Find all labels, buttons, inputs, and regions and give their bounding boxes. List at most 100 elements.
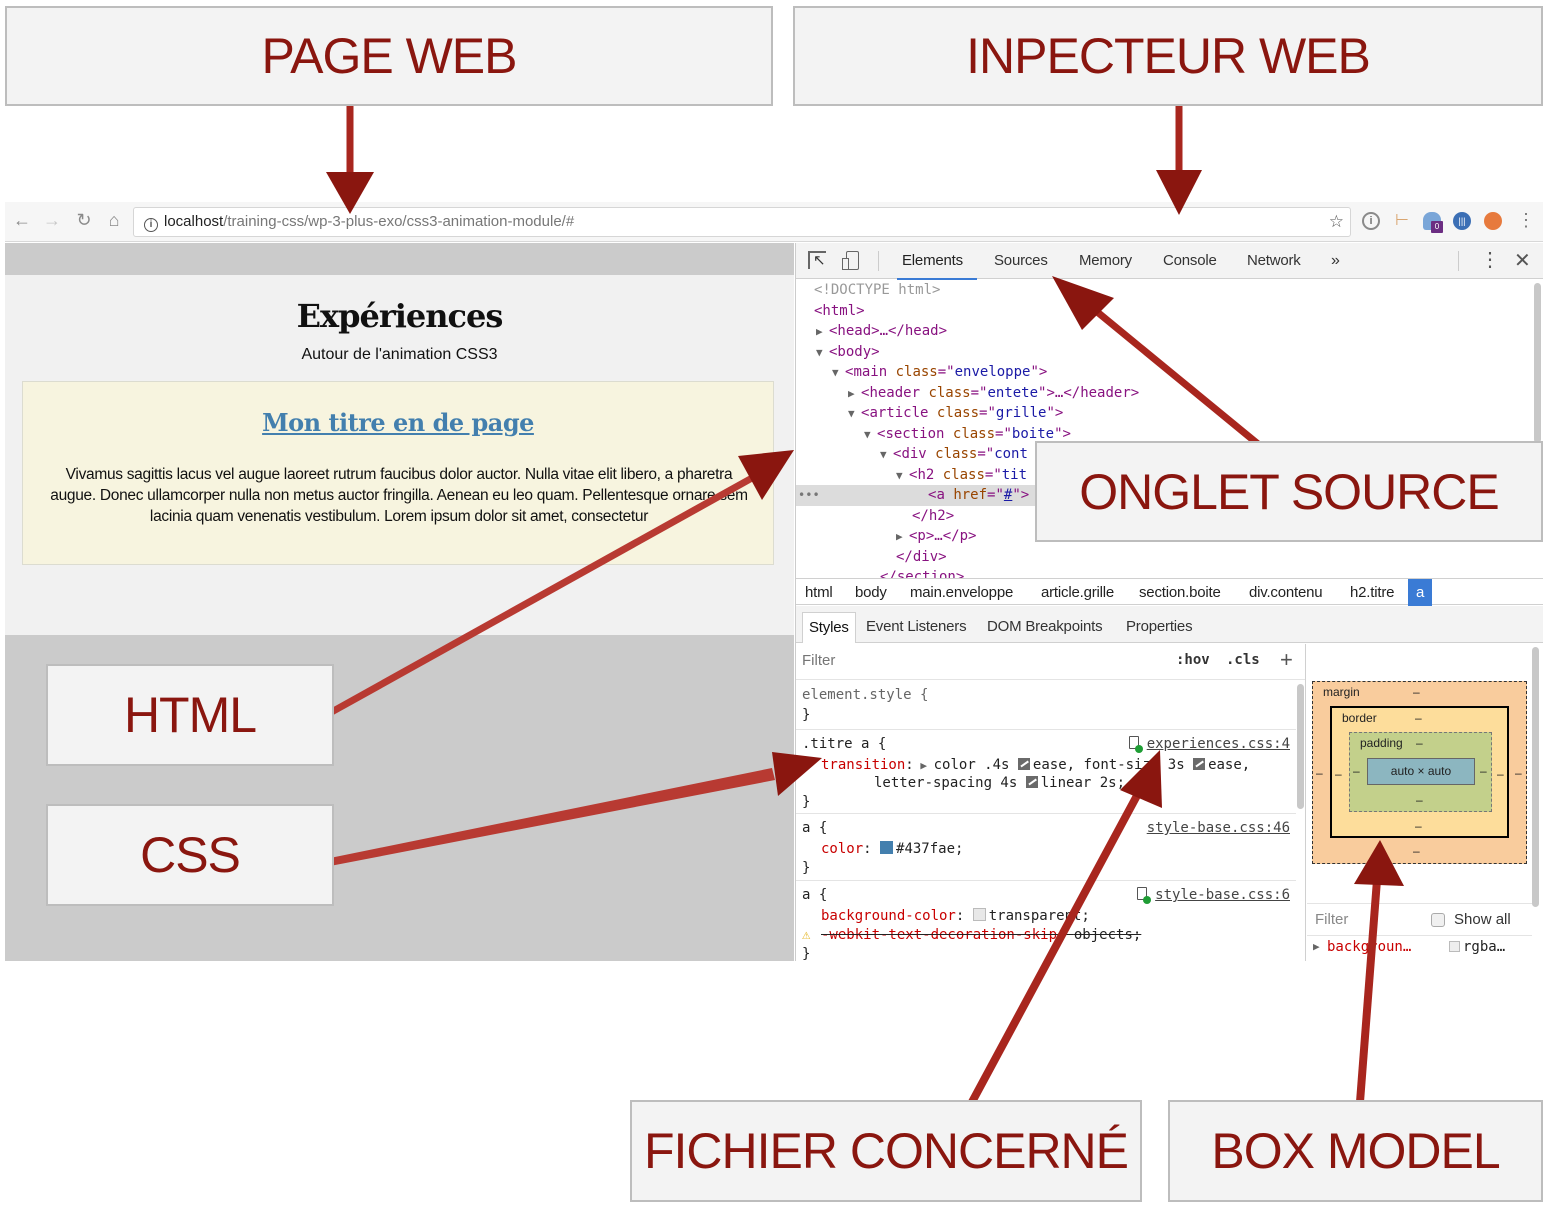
breadcrumb-item[interactable]: html (805, 579, 833, 606)
box-model-padding[interactable]: padding – – – – auto × auto (1349, 732, 1492, 812)
bookmark-star-icon[interactable]: ☆ (1329, 208, 1344, 236)
collapse-triangle-icon[interactable]: ▼ (896, 466, 909, 487)
computed-property-row[interactable]: ▶ backgroun… rgba… (1307, 937, 1532, 961)
styles-filter-input[interactable] (802, 652, 1002, 669)
breadcrumb-item[interactable]: main.enveloppe (910, 579, 1013, 606)
dom-node[interactable]: ▼ <body> (796, 342, 1531, 363)
styles-scrollbar[interactable] (1297, 684, 1304, 809)
show-all-checkbox[interactable] (1431, 913, 1445, 927)
tab-network[interactable]: Network (1247, 243, 1301, 279)
1password-icon[interactable]: i (1362, 212, 1380, 230)
easing-icon[interactable] (1025, 776, 1038, 788)
more-tabs-icon[interactable]: » (1331, 243, 1340, 279)
dom-node[interactable]: ▼ <article class="grille"> (796, 403, 1531, 424)
box-model-content[interactable]: auto × auto (1367, 758, 1475, 785)
browser-menu-icon[interactable]: ⋮ (1517, 210, 1535, 231)
property-line[interactable]: color: #437fae; (821, 840, 963, 859)
border-right-value[interactable]: – (1497, 767, 1504, 781)
forward-arrow-icon[interactable]: → (41, 210, 63, 231)
source-link[interactable]: style-base.css:46 (1147, 819, 1290, 838)
address-bar[interactable]: i localhost/training-css/wp-3-plus-exo/cs… (133, 207, 1351, 237)
expand-triangle-icon[interactable]: ▶ (896, 527, 909, 548)
collapse-triangle-icon[interactable]: ▼ (816, 343, 829, 364)
color-swatch[interactable] (880, 841, 894, 854)
border-bottom-value[interactable]: – (1415, 819, 1422, 833)
style-rule: element.style { } (796, 682, 1296, 730)
dom-node[interactable]: <!DOCTYPE html> (796, 280, 1531, 301)
dom-node[interactable]: </div> (796, 547, 1531, 568)
easing-icon[interactable] (1017, 758, 1030, 770)
card-title-link[interactable]: Mon titre en de page (23, 408, 773, 437)
tab-memory[interactable]: Memory (1079, 243, 1132, 279)
expand-triangle-icon[interactable]: ▶ (1313, 940, 1320, 953)
expand-triangle-icon[interactable]: ▶ (816, 322, 829, 343)
close-icon[interactable]: ✕ (1514, 248, 1531, 273)
home-icon[interactable]: ⌂ (103, 210, 125, 231)
url-host: localhost (164, 213, 224, 230)
add-rule-icon[interactable]: + (1280, 647, 1293, 673)
margin-top-value[interactable]: – (1413, 685, 1420, 699)
color-swatch[interactable] (972, 908, 986, 921)
node-actions-icon[interactable]: ••• (798, 485, 820, 506)
card-paragraph: Vivamus sagittis lacus vel augue laoreet… (50, 466, 748, 525)
tab-sources[interactable]: Sources (994, 243, 1048, 279)
border-label: border (1342, 711, 1377, 725)
reload-icon[interactable]: ↻ (73, 210, 95, 231)
box-model-border[interactable]: border – – – – padding – – – – auto × au… (1330, 706, 1509, 838)
tab-elements[interactable]: Elements (897, 243, 977, 280)
padding-top-value[interactable]: – (1416, 736, 1423, 750)
badge-extension-icon[interactable]: ||| (1453, 212, 1471, 230)
padding-bottom-value[interactable]: – (1416, 793, 1423, 807)
border-left-value[interactable]: – (1335, 767, 1342, 781)
padding-right-value[interactable]: – (1480, 764, 1487, 778)
dom-node[interactable]: </section> (796, 567, 1531, 578)
margin-right-value[interactable]: – (1515, 766, 1522, 780)
dom-node[interactable]: <html> (796, 301, 1531, 322)
hover-state-toggle[interactable]: :hov (1176, 652, 1210, 668)
margin-bottom-value[interactable]: – (1413, 844, 1420, 858)
easing-icon[interactable] (1193, 758, 1206, 770)
breadcrumb-item[interactable]: h2.titre (1350, 579, 1394, 606)
ghostery-icon[interactable]: 0 (1423, 212, 1443, 233)
breadcrumb-item[interactable]: section.boite (1139, 579, 1221, 606)
breadcrumb-item-active[interactable]: a (1408, 579, 1433, 606)
duckduckgo-icon[interactable] (1484, 212, 1502, 230)
arrow-inspecteur-web (1156, 100, 1202, 215)
collapse-triangle-icon[interactable]: ▼ (864, 425, 877, 446)
class-toggle[interactable]: .cls (1226, 652, 1260, 668)
device-toolbar-icon[interactable] (842, 251, 860, 271)
breadcrumb-item[interactable]: div.contenu (1249, 579, 1323, 606)
box-model-margin[interactable]: margin – – – – border – – – – padding – … (1312, 681, 1527, 864)
info-icon[interactable]: i (144, 218, 158, 232)
tab-properties[interactable]: Properties (1120, 612, 1198, 643)
box-model-scrollbar[interactable] (1532, 647, 1539, 907)
devtools-menu-icon[interactable]: ⋮ (1480, 247, 1500, 272)
dom-scrollbar[interactable] (1534, 283, 1541, 443)
property-line[interactable]: background-color: transparent; (821, 907, 1090, 926)
tab-event-listeners[interactable]: Event Listeners (860, 612, 972, 643)
tab-dom-breakpoints[interactable]: DOM Breakpoints (981, 612, 1108, 643)
tab-console[interactable]: Console (1163, 243, 1217, 279)
tab-styles[interactable]: Styles (802, 612, 856, 643)
expand-triangle-icon[interactable]: ▶ (848, 384, 861, 405)
dom-node[interactable]: ▼ <main class="enveloppe"> (796, 362, 1531, 383)
border-top-value[interactable]: – (1415, 711, 1422, 725)
collapse-triangle-icon[interactable]: ▼ (832, 363, 845, 384)
computed-filter-input[interactable]: Filter (1315, 911, 1348, 928)
property-line-invalid[interactable]: -webkit-text-decoration-skip: objects; (821, 926, 1141, 945)
source-link[interactable]: style-base.css:6 (1137, 886, 1290, 905)
breadcrumb-item[interactable]: body (855, 579, 887, 606)
source-link[interactable]: experiences.css:4 (1128, 735, 1290, 754)
sign-icon[interactable]: ⊢ (1393, 212, 1411, 230)
padding-left-value[interactable]: – (1353, 764, 1360, 778)
collapse-triangle-icon[interactable]: ▼ (880, 445, 893, 466)
back-arrow-icon[interactable]: ← (11, 210, 33, 231)
collapse-triangle-icon[interactable]: ▼ (848, 404, 861, 425)
breadcrumb-item[interactable]: article.grille (1041, 579, 1114, 606)
inspect-element-icon[interactable] (808, 251, 826, 269)
margin-left-value[interactable]: – (1316, 766, 1323, 780)
property-line[interactable]: transition: ▶ color .4s ease, font-size … (821, 756, 1250, 775)
dom-node[interactable]: ▶ <head>…</head> (796, 321, 1531, 342)
devtools-panel: Elements Sources Memory Console Network … (795, 243, 1543, 961)
dom-node[interactable]: ▶ <header class="entete">…</header> (796, 383, 1531, 404)
